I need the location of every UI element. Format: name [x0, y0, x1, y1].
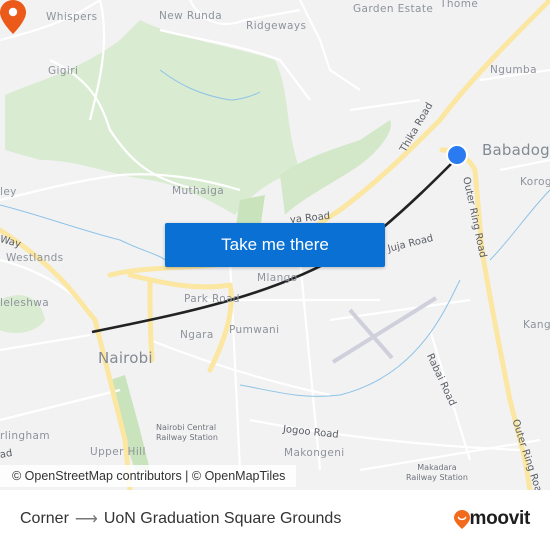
place-label-ngumba: Ngumba [490, 64, 537, 76]
place-label-muthaiga: Muthaiga [172, 185, 225, 197]
airstrip [331, 296, 438, 364]
park-road [127, 272, 233, 290]
origin-name: Corner [20, 510, 69, 527]
origin-marker[interactable] [446, 144, 468, 166]
arrow-right-icon: ⟶ [74, 511, 98, 528]
place-label-garden-estate: Garden Estate [353, 3, 434, 15]
place-label-pumwani: Pumwani [229, 324, 280, 336]
footer-bar: Corner ⟶ UoN Graduation Square Grounds m… [0, 490, 550, 550]
place-label-babadogo: Babadogo [482, 141, 550, 159]
map-view[interactable]: Whispers New Runda Ridgeways Garden Esta… [0, 0, 550, 490]
moovit-logo[interactable]: moovit [453, 508, 531, 530]
place-label-makongeni: Makongeni [284, 447, 345, 459]
take-me-there-button[interactable]: Take me there [165, 223, 385, 267]
station-name-line-1: Makadara [417, 463, 457, 472]
road-label-ngong-road: ad [0, 447, 14, 461]
station-label-nairobi-central: Nairobi Central Railway Station [156, 423, 218, 443]
place-label-korogocho: Korog [520, 176, 550, 188]
place-label-valley: ley [0, 186, 17, 198]
place-label-westlands: Westlands [6, 252, 64, 264]
place-label-kileleshwa: leleshwa [0, 297, 50, 309]
place-label-kangundo: Kang [523, 319, 550, 331]
station-name-line-2: Railway Station [156, 433, 218, 442]
karura-forest [5, 20, 300, 215]
place-label-park-road: Park Road [184, 293, 240, 305]
destination-pin-icon[interactable] [0, 0, 26, 36]
station-name-line-1: Nairobi Central [156, 423, 217, 432]
place-label-new-runda: New Runda [159, 10, 223, 22]
destination-name: UoN Graduation Square Grounds [103, 510, 342, 527]
brand-wordmark: moovit [469, 508, 531, 529]
place-label-ridgeways: Ridgeways [246, 20, 307, 32]
place-label-upper-hill: Upper Hill [90, 446, 146, 458]
place-label-kilimani: rlingham [0, 430, 50, 442]
place-label-mlango: Mlango [257, 272, 298, 284]
place-label-gigiri: Gigiri [48, 65, 79, 77]
place-label-nairobi: Nairobi [98, 349, 153, 367]
park-area [280, 120, 391, 215]
place-label-ngara: Ngara [180, 329, 214, 341]
station-label-makadara: Makadara Railway Station [406, 463, 468, 483]
place-label-whispers: Whispers [46, 11, 98, 23]
moovit-pin-icon [453, 509, 470, 529]
route-title: Corner ⟶ UoN Graduation Square Grounds [20, 509, 341, 529]
attribution-text: © OpenStreetMap contributors | © OpenMap… [12, 469, 286, 483]
map-attribution: © OpenStreetMap contributors | © OpenMap… [0, 465, 296, 487]
place-label-thome: Thome [440, 0, 479, 10]
station-name-line-2: Railway Station [406, 473, 468, 482]
